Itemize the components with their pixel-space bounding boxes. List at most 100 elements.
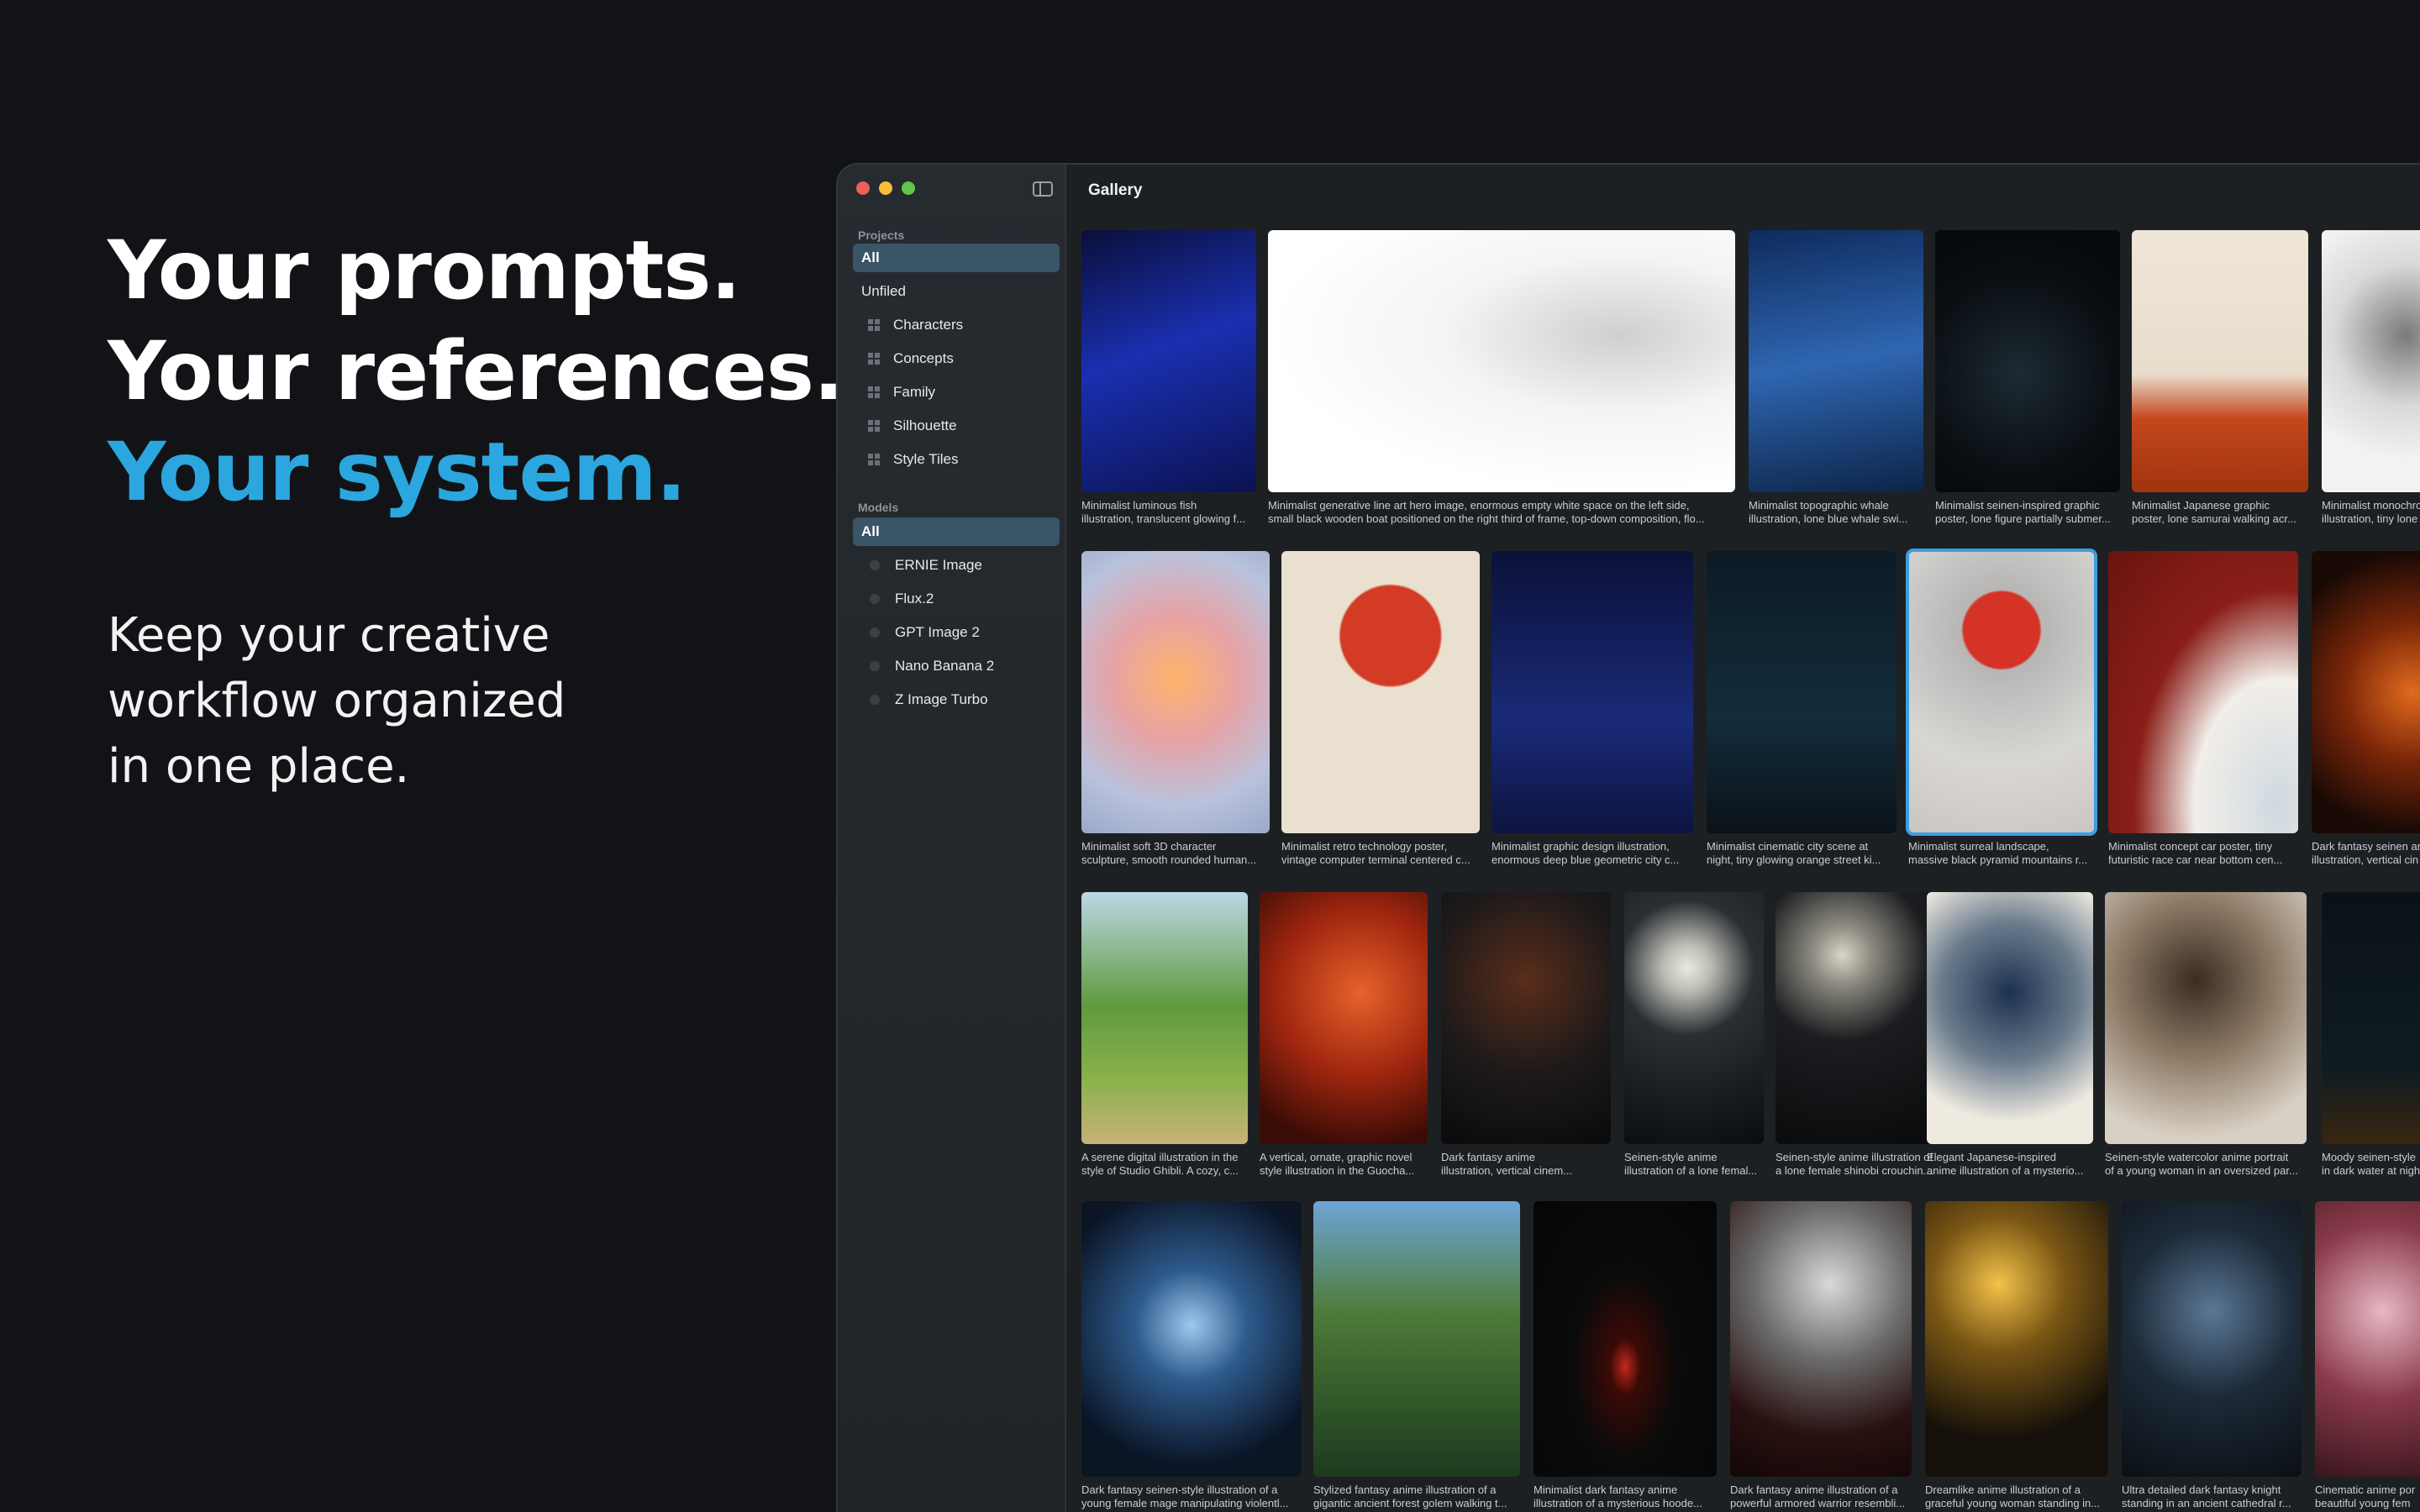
sidebar-project-all[interactable]: All (853, 244, 1060, 272)
sidebar-item-label: Family (893, 384, 936, 400)
gallery-caption-line-2: poster, lone figure partially submer... (1935, 512, 2111, 525)
sidebar-project-unfiled[interactable]: Unfiled (853, 277, 1060, 306)
sidebar-model-flux-2[interactable]: Flux.2 (853, 585, 1060, 613)
sidebar-item-label: Style Tiles (893, 451, 959, 467)
model-dot-icon (870, 627, 880, 638)
gallery-caption-line-2: enormous deep blue geometric city c... (1491, 853, 1680, 866)
gallery-image-thumbnail[interactable] (1081, 892, 1248, 1144)
gallery-caption-line-1: Minimalist luminous fish (1081, 499, 1197, 512)
gallery-image-thumbnail[interactable] (2322, 892, 2420, 1144)
sidebar-item-label: ERNIE Image (895, 557, 982, 573)
gallery-caption-line-1: Minimalist concept car poster, tiny (2108, 840, 2273, 853)
gallery-image-thumbnail[interactable] (2108, 551, 2298, 833)
gallery-caption-line-1: Minimalist monochrome (2322, 499, 2420, 512)
page-title: Gallery (1088, 181, 1143, 199)
close-window-button[interactable] (856, 181, 870, 195)
gallery-caption-line-2: vintage computer terminal centered c... (1281, 853, 1470, 866)
gallery-image-thumbnail[interactable] (1441, 892, 1611, 1144)
gallery-caption-line-2: style of Studio Ghibli. A cozy, c... (1081, 1164, 1239, 1177)
gallery-caption-line-1: Minimalist Japanese graphic (2132, 499, 2270, 512)
gallery-caption-line-1: Minimalist cinematic city scene at (1707, 840, 1869, 853)
sidebar-project-silhouette[interactable]: Silhouette (853, 412, 1060, 440)
gallery-image-thumbnail[interactable] (2122, 1201, 2302, 1477)
hero-subtitle: Keep your creative workflow organized in… (108, 603, 629, 800)
sidebar-item-label: Unfiled (861, 283, 906, 299)
gallery-image-thumbnail[interactable] (2105, 892, 2307, 1144)
sidebar-item-label: Characters (893, 317, 964, 333)
gallery-caption-line-2: graceful young woman standing in... (1925, 1497, 2101, 1509)
gallery-caption-line-2: style illustration in the Guocha... (1260, 1164, 1415, 1177)
gallery-image-thumbnail[interactable] (1935, 230, 2120, 492)
minimize-window-button[interactable] (879, 181, 892, 195)
gallery-image-thumbnail[interactable] (1313, 1201, 1520, 1477)
gallery-caption-line-2: illustration, lone blue whale swi... (1749, 512, 1908, 525)
gallery-caption-line-2: night, tiny glowing orange street ki... (1707, 853, 1881, 866)
gallery-image-thumbnail[interactable] (1927, 892, 2093, 1144)
gallery-caption-line-2: massive black pyramid mountains r... (1908, 853, 2088, 866)
gallery-caption-line-1: Minimalist dark fantasy anime (1534, 1483, 1678, 1496)
gallery-caption-line-2: gigantic ancient forest golem walking t.… (1313, 1497, 1507, 1509)
gallery-image-thumbnail[interactable] (1925, 1201, 2108, 1477)
zoom-window-button[interactable] (902, 181, 915, 195)
sidebar-model-ernie-image[interactable]: ERNIE Image (853, 551, 1060, 580)
gallery-image-thumbnail[interactable] (1260, 892, 1428, 1144)
gallery-caption-line-2: standing in an ancient cathedral r... (2122, 1497, 2291, 1509)
model-dot-icon (870, 695, 880, 705)
gallery-caption-line-1: Elegant Japanese-inspired (1927, 1151, 2056, 1163)
sidebar-model-gpt-image-2[interactable]: GPT Image 2 (853, 618, 1060, 647)
gallery-caption-line-2: a lone female shinobi crouchin... (1776, 1164, 1933, 1177)
gallery-image-thumbnail[interactable] (1906, 549, 2097, 836)
sidebar-project-concepts[interactable]: Concepts (853, 344, 1060, 373)
project-grid-icon (868, 386, 880, 398)
hero-line-prompts: Your prompts. (108, 223, 741, 318)
gallery-image-thumbnail[interactable] (1776, 892, 1942, 1144)
gallery-image-thumbnail[interactable] (1081, 1201, 1302, 1477)
gallery-caption-line-1: Minimalist seinen-inspired graphic (1935, 499, 2100, 512)
hero-headline: Your prompts. Your references. Your syst… (108, 220, 844, 522)
gallery-caption-line-2: poster, lone samurai walking acr... (2132, 512, 2296, 525)
gallery-image-thumbnail[interactable] (1081, 551, 1270, 833)
hero-line-references: Your references. (108, 324, 844, 418)
gallery-caption-line-2: beautiful young fem (2315, 1497, 2411, 1509)
gallery-image-thumbnail[interactable] (1707, 551, 1897, 833)
gallery-image-thumbnail[interactable] (2132, 230, 2308, 492)
gallery-image-thumbnail[interactable] (1081, 230, 1256, 492)
gallery-image-thumbnail[interactable] (2312, 551, 2420, 833)
gallery-image-thumbnail[interactable] (1281, 551, 1480, 833)
gallery-image-thumbnail[interactable] (1749, 230, 1923, 492)
gallery-caption-line-2: illustration of a lone femal... (1624, 1164, 1758, 1177)
project-grid-icon (868, 454, 880, 465)
sidebar-model-nano-banana-2[interactable]: Nano Banana 2 (853, 652, 1060, 680)
gallery-image-thumbnail[interactable] (1730, 1201, 1912, 1477)
gallery-caption-line-2: illustration of a mysterious hoode... (1534, 1497, 1702, 1509)
gallery-caption-line-2: illustration, translucent glowing f... (1081, 512, 1246, 525)
subtitle-line-1: Keep your creative (108, 608, 550, 663)
gallery-caption-line-2: illustration, vertical cin (2312, 853, 2419, 866)
sidebar-item-label: Silhouette (893, 417, 957, 433)
sidebar-model-z-image-turbo[interactable]: Z Image Turbo (853, 685, 1060, 714)
gallery-image-thumbnail[interactable] (1491, 551, 1693, 833)
window-controls (856, 181, 915, 195)
sidebar-project-characters[interactable]: Characters (853, 311, 1060, 339)
sidebar-project-family[interactable]: Family (853, 378, 1060, 407)
gallery-caption-line-1: Minimalist topographic whale (1749, 499, 1889, 512)
gallery-caption-line-2: in dark water at nigh (2322, 1164, 2420, 1177)
gallery-image-thumbnail[interactable] (2322, 230, 2420, 492)
gallery-caption-line-1: Moody seinen-style (2322, 1151, 2416, 1163)
gallery-image-thumbnail[interactable] (1534, 1201, 1717, 1477)
sidebar-project-style-tiles[interactable]: Style Tiles (853, 445, 1060, 474)
sidebar-toggle-icon[interactable] (1033, 181, 1053, 197)
gallery-image-thumbnail[interactable] (1624, 892, 1764, 1144)
gallery-caption-line-1: Dark fantasy anime illustration of a (1730, 1483, 1898, 1496)
sidebar-item-label: Nano Banana 2 (895, 658, 995, 674)
gallery-image-thumbnail[interactable] (2315, 1201, 2420, 1477)
gallery-caption-line-1: Cinematic anime por (2315, 1483, 2416, 1496)
gallery-caption-line-2: of a young woman in an oversized par... (2105, 1164, 2298, 1177)
gallery-caption-line-1: Dark fantasy anime (1441, 1151, 1535, 1163)
gallery-caption-line-1: Dark fantasy seinen an (2312, 840, 2420, 853)
sidebar-model-all[interactable]: All (853, 517, 1060, 546)
subtitle-line-2: workflow organized (108, 674, 566, 728)
gallery-caption-line-1: Seinen-style watercolor anime portrait (2105, 1151, 2289, 1163)
gallery-image-thumbnail[interactable] (1268, 230, 1735, 492)
gallery-caption-line-1: Seinen-style anime (1624, 1151, 1718, 1163)
